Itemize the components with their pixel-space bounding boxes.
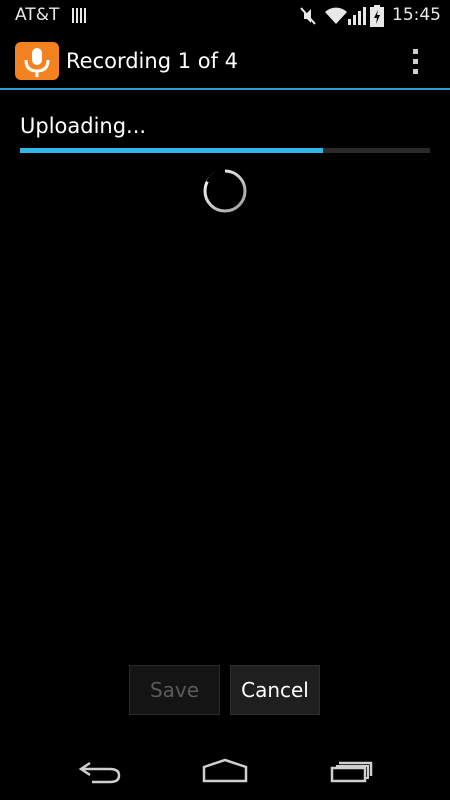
upload-progress-bar xyxy=(20,148,430,153)
carrier-signal-icon xyxy=(72,8,86,23)
upload-status-label: Uploading... xyxy=(20,114,147,138)
navigation-bar xyxy=(0,735,450,800)
cancel-button[interactable]: Cancel xyxy=(230,665,320,715)
back-icon[interactable] xyxy=(78,760,122,784)
clock: 15:45 xyxy=(392,5,441,25)
status-bar: AT&T 15:45 xyxy=(0,0,450,33)
wifi-icon xyxy=(325,7,347,24)
recents-icon[interactable] xyxy=(329,759,375,783)
loading-spinner-icon xyxy=(203,169,247,213)
screen-title: Recording 1 of 4 xyxy=(66,49,239,73)
cell-signal-icon xyxy=(348,7,366,25)
microphone-icon[interactable] xyxy=(15,42,59,80)
battery-charging-icon xyxy=(370,5,384,27)
upload-progress-fill xyxy=(20,148,324,153)
overflow-menu-icon[interactable] xyxy=(400,42,430,80)
mute-icon xyxy=(300,7,316,25)
home-icon[interactable] xyxy=(200,757,250,783)
action-bar-divider xyxy=(0,88,450,90)
save-button[interactable]: Save xyxy=(129,665,220,715)
action-bar: Recording 1 of 4 xyxy=(0,33,450,88)
carrier-name: AT&T xyxy=(15,5,60,25)
